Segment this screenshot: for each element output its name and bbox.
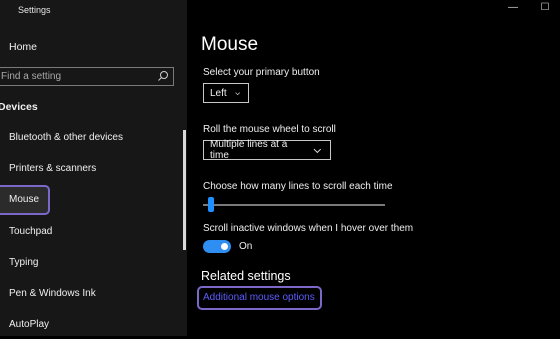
sidebar-item-typing[interactable]: Typing (0, 249, 187, 277)
toggle-state-label: On (239, 241, 253, 252)
sidebar-item-label: AutoPlay (9, 319, 50, 330)
sidebar-item-label: Printers & scanners (9, 163, 97, 174)
sidebar-item-autoplay[interactable]: AutoPlay (0, 311, 187, 339)
search-icon[interactable] (157, 70, 169, 82)
page-title: Mouse (201, 34, 259, 55)
sidebar-home[interactable]: Home (0, 38, 187, 58)
window-title: Settings (18, 5, 51, 15)
search-input[interactable] (1, 70, 151, 83)
scroll-wheel-label: Roll the mouse wheel to scroll (203, 124, 336, 135)
sidebar-item-mouse[interactable]: Mouse (0, 185, 187, 215)
sidebar-item-label: Pen & Windows Ink (9, 288, 96, 299)
primary-button-dropdown[interactable]: Left (203, 83, 249, 103)
sidebar-item-label: Bluetooth & other devices (9, 132, 123, 143)
sidebar-item-label: Mouse (9, 194, 40, 205)
search-box[interactable] (0, 67, 174, 86)
minimize-button[interactable]: — (506, 2, 520, 13)
lines-to-scroll-label: Choose how many lines to scroll each tim… (203, 181, 393, 192)
primary-button-value: Left (210, 87, 227, 99)
scroll-inactive-toggle[interactable] (203, 240, 231, 253)
lines-slider-track[interactable] (203, 204, 385, 206)
mouse-settings-main: — ☐ Mouse Select your primary button Lef… (187, 0, 560, 336)
scroll-wheel-value: Multiple lines at a time (210, 139, 288, 161)
section-title-devices: Devices (0, 101, 38, 113)
toggle-knob (221, 243, 228, 250)
sidebar-item-bluetooth[interactable]: Bluetooth & other devices (0, 124, 187, 152)
primary-button-label: Select your primary button (203, 67, 320, 78)
maximize-button[interactable]: ☐ (538, 2, 552, 13)
lines-slider-thumb[interactable] (208, 197, 215, 212)
additional-mouse-options-link[interactable]: Additional mouse options (203, 292, 315, 303)
sidebar-item-touchpad[interactable]: Touchpad (0, 218, 187, 246)
home-label: Home (9, 41, 38, 53)
chevron-down-icon (235, 91, 240, 95)
chevron-down-icon (313, 148, 322, 153)
scroll-inactive-label: Scroll inactive windows when I hover ove… (203, 223, 414, 234)
sidebar-scrollbar[interactable] (183, 130, 186, 250)
window-controls: — ☐ (506, 2, 552, 13)
sidebar-item-pen-windows-ink[interactable]: Pen & Windows Ink (0, 280, 187, 308)
scroll-wheel-dropdown[interactable]: Multiple lines at a time (203, 139, 331, 161)
related-link-highlight: Additional mouse options (197, 286, 322, 310)
sidebar-item-label: Touchpad (9, 226, 53, 237)
related-settings-title: Related settings (201, 269, 291, 283)
settings-sidebar: Settings Home Devices Bluetooth & other … (0, 0, 187, 336)
sidebar-item-printers[interactable]: Printers & scanners (0, 155, 187, 183)
sidebar-item-label: Typing (9, 257, 39, 268)
